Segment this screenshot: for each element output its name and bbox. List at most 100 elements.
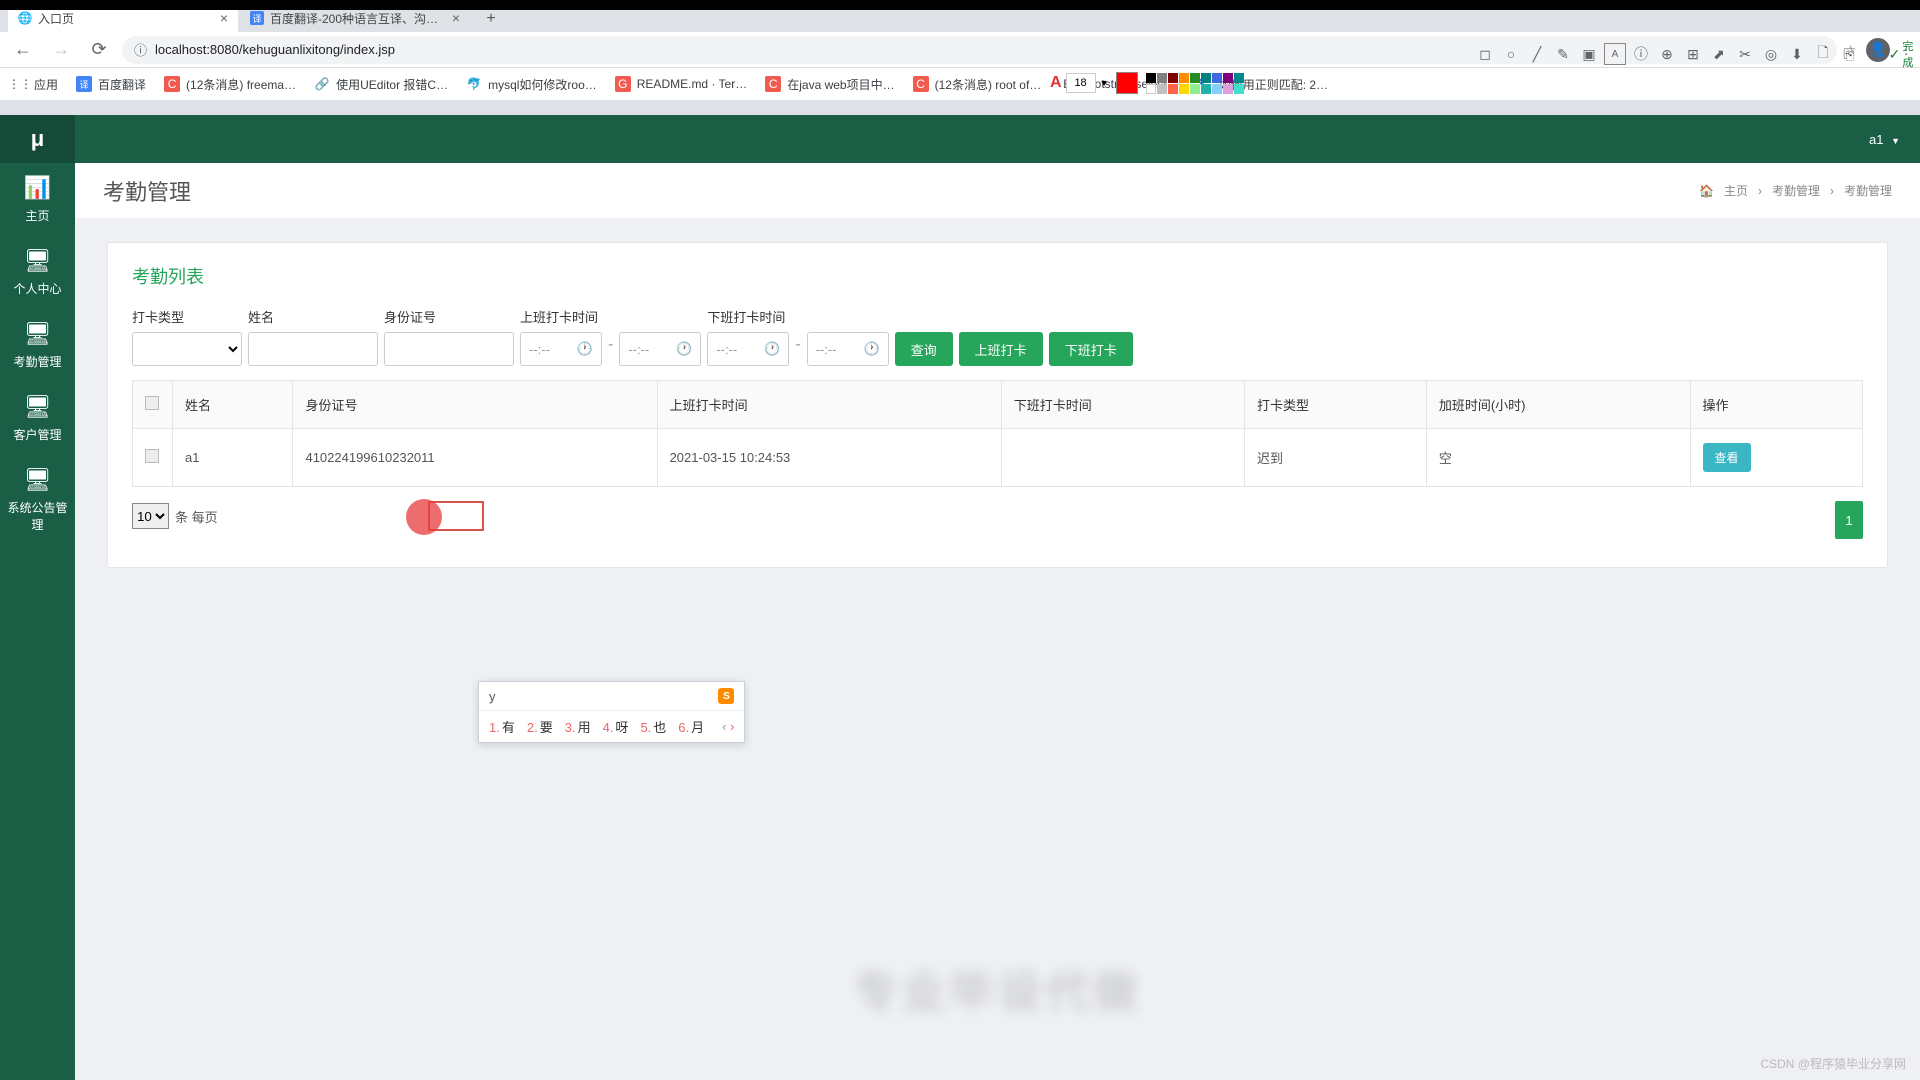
tab-title: 百度翻译-200种语言互译、沟通… [270,10,446,27]
per-page-select[interactable]: 10 [132,503,169,529]
filter-name-label: 姓名 [248,307,378,326]
sidebar-item-label: 主页 [25,209,49,223]
view-button[interactable]: 查看 [1703,443,1751,472]
chevron-left-icon[interactable]: ‹ [722,719,726,734]
bookmark-item[interactable]: 🐬mysql如何修改roo… [466,76,597,93]
user-menu[interactable]: a1 ▼ [1869,132,1900,147]
sidebar-item-label: 系统公告管理 [7,501,67,532]
bookmark-item[interactable]: ⋮⋮应用 [12,76,58,93]
cancel-icon[interactable]: ✕ [1864,43,1886,65]
circle-icon[interactable]: ○ [1500,43,1522,65]
cell-on-time: 2021-03-15 10:24:53 [657,429,1001,487]
breadcrumb-home[interactable]: 主页 [1724,182,1748,199]
count-icon[interactable]: ⊕ [1656,43,1678,65]
font-size-input[interactable] [1066,73,1096,93]
sidebar-item[interactable]: 🖥系统公告管理 [0,455,75,545]
site-info-icon[interactable]: ⓘ [134,40,147,59]
on-time-to[interactable]: --:--🕐 [619,332,701,366]
filter-name-input[interactable] [248,332,378,366]
bookmark-item[interactable]: 译百度翻译 [76,76,146,93]
table-row: a1 410224199610232011 2021-03-15 10:24:5… [133,429,1863,487]
sidebar-item[interactable]: 📊 主页 [0,163,75,236]
square-icon[interactable]: ◻ [1474,43,1496,65]
column-header: 身份证号 [293,381,657,429]
filter-type-select[interactable] [132,332,242,366]
bookmark-icon: C [913,76,929,92]
chevron-right-icon: › [1830,184,1834,198]
info-icon[interactable]: ⓘ [1630,43,1652,65]
ime-candidate[interactable]: 3.用 [565,717,591,736]
clockin-button[interactable]: 上班打卡 [959,332,1043,366]
dropdown-icon[interactable]: ▼ [1100,78,1109,88]
ime-candidate[interactable]: 1.有 [489,717,515,736]
target-icon[interactable]: ◎ [1760,43,1782,65]
color-tools: A ▼ [1050,72,1244,94]
sidebar-item[interactable]: 🖥客户管理 [0,382,75,455]
sogou-icon: S [718,688,734,704]
ime-candidate[interactable]: 4.呀 [603,717,629,736]
ime-popup: y S 1.有 2.要 3.用 4.呀 5.也 6.月 ‹ › [478,681,745,743]
chevron-right-icon[interactable]: › [730,719,734,734]
ime-candidate[interactable]: 5.也 [640,717,666,736]
checkbox[interactable] [145,396,159,410]
sidebar-item[interactable]: 🖥个人中心 [0,236,75,309]
font-size-control[interactable]: A ▼ [1050,73,1108,93]
cell-name: a1 [173,429,293,487]
close-icon[interactable]: × [220,10,228,26]
data-table: 姓名身份证号上班打卡时间下班打卡时间打卡类型加班时间(小时)操作 a1 4102… [132,380,1863,487]
breadcrumb-mid[interactable]: 考勤管理 [1772,182,1820,199]
monitor-icon: 📊 [4,175,71,201]
sidebar-item[interactable]: 🖥考勤管理 [0,309,75,382]
line-icon[interactable]: ╱ [1526,43,1548,65]
ime-composition: y [489,689,496,704]
ime-nav[interactable]: ‹ › [722,719,734,734]
column-header [133,381,173,429]
bookmark-label: 在java web项目中… [787,76,894,93]
bookmark-label: (12条消息) freema… [186,76,296,93]
clock-icon: 🕐 [863,341,879,357]
copy-icon[interactable]: ⎘ [1838,43,1860,65]
reload-button[interactable]: ⟳ [84,35,114,65]
bookmark-item[interactable]: C (12条消息) root of… [913,76,1042,93]
bookmark-item[interactable]: GREADME.md · Ter… [615,76,747,92]
pen-icon[interactable]: ✎ [1552,43,1574,65]
current-color[interactable] [1116,72,1138,94]
bookmark-item[interactable]: C(12条消息) freema… [164,76,296,93]
bookmark-item[interactable]: 🔗使用UEditor 报错C… [314,76,448,93]
ime-candidate[interactable]: 2.要 [527,717,553,736]
clock-icon: 🕐 [764,341,780,357]
ime-candidate[interactable]: 6.月 [678,717,704,736]
ruler-icon[interactable]: ⊞ [1682,43,1704,65]
filter-off-label: 下班打卡时间 [707,307,888,326]
done-button[interactable]: ✓完成 [1890,43,1912,65]
clock-icon: 🕐 [577,341,593,357]
browser-chrome: 🌐 入口页 × 译 百度翻译-200种语言互译、沟通… × + ← → ⟳ ⓘ … [0,0,1920,115]
export-icon[interactable]: 🗋 [1812,43,1834,65]
download-icon[interactable]: ⬇ [1786,43,1808,65]
off-time-to[interactable]: --:--🕐 [807,332,889,366]
on-time-from[interactable]: --:--🕐 [520,332,602,366]
color-palette[interactable] [1146,73,1244,94]
text-icon[interactable]: A [1604,43,1626,65]
image-icon[interactable]: ▣ [1578,43,1600,65]
crop-icon[interactable]: ✂ [1734,43,1756,65]
filter-row: 打卡类型 姓名 身份证号 上班打卡时间 --:--🕐 - --:--� [132,307,1863,366]
app-logo: μ [0,115,75,163]
page-number[interactable]: 1 [1835,501,1863,539]
clockout-button[interactable]: 下班打卡 [1049,332,1133,366]
bookmark-label: (12条消息) root of… [935,76,1042,93]
off-time-from[interactable]: --:--🕐 [707,332,789,366]
forward-button[interactable]: → [46,35,76,65]
back-button[interactable]: ← [8,35,38,65]
checkbox[interactable] [145,449,159,463]
bookmark-icon: 译 [76,76,92,92]
main-area: a1 ▼ 考勤管理 🏠 主页 › 考勤管理 › 考勤管理 考勤列表 打卡类型 [75,115,1920,1080]
extensions-row: ◻ ○ ╱ ✎ ▣ A ⓘ ⊕ ⊞ ⬈ ✂ ◎ ⬇ 🗋 ⎘ ✕ ✓完成 [1474,36,1912,72]
home-icon[interactable]: 🏠 [1699,184,1714,198]
bookmark-item[interactable]: C在java web项目中… [765,76,894,93]
close-icon[interactable]: × [452,10,460,26]
sidebar-item-label: 个人中心 [13,282,61,296]
filter-id-input[interactable] [384,332,514,366]
search-button[interactable]: 查询 [895,332,953,366]
cursor-icon[interactable]: ⬈ [1708,43,1730,65]
